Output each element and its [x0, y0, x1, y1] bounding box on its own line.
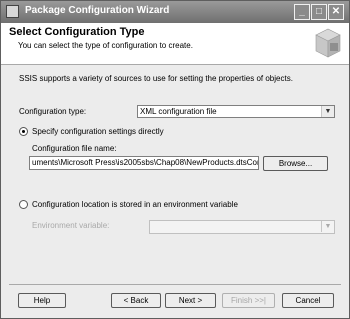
intro-text: SSIS supports a variety of sources to us…	[19, 74, 293, 83]
minimize-button[interactable]: _	[294, 4, 310, 20]
footer-divider	[9, 284, 341, 285]
finish-button[interactable]: Finish >>|	[222, 293, 275, 308]
direct-settings-label[interactable]: Specify configuration settings directly	[32, 127, 164, 136]
wizard-header: Select Configuration Type You can select…	[1, 23, 349, 65]
config-file-name-input[interactable]: uments\Microsoft Press\is2005sbs\Chap08\…	[29, 156, 259, 170]
env-variable-radio[interactable]	[19, 200, 28, 209]
title-bar[interactable]: Package Configuration Wizard _ □ ✕	[1, 1, 349, 24]
maximize-button[interactable]: □	[311, 4, 327, 20]
wizard-window: Package Configuration Wizard _ □ ✕ Selec…	[0, 0, 350, 319]
env-variable-option-label[interactable]: Configuration location is stored in an e…	[32, 200, 238, 209]
window-title: Package Configuration Wizard	[25, 5, 170, 16]
config-type-value: XML configuration file	[140, 107, 217, 116]
chevron-down-icon[interactable]: ▼	[321, 106, 334, 117]
next-button[interactable]: Next >	[165, 293, 216, 308]
help-button[interactable]: Help	[18, 293, 66, 308]
back-button[interactable]: < Back	[111, 293, 161, 308]
file-name-label: Configuration file name:	[32, 144, 117, 153]
app-icon	[6, 5, 19, 18]
config-type-label: Configuration type:	[19, 107, 87, 116]
env-variable-select[interactable]: ▼	[149, 220, 335, 234]
page-title: Select Configuration Type	[9, 26, 145, 38]
wizard-graphic-icon	[315, 28, 341, 58]
page-subtitle: You can select the type of configuration…	[18, 41, 193, 50]
direct-settings-radio[interactable]	[19, 127, 28, 136]
cancel-button[interactable]: Cancel	[282, 293, 334, 308]
browse-button[interactable]: Browse...	[263, 156, 328, 171]
config-type-select[interactable]: XML configuration file ▼	[137, 105, 335, 118]
config-file-name-value: uments\Microsoft Press\is2005sbs\Chap08\…	[32, 158, 259, 167]
env-variable-label: Environment variable:	[32, 221, 110, 230]
close-button[interactable]: ✕	[328, 4, 344, 20]
env-chevron-down-icon: ▼	[321, 221, 334, 232]
